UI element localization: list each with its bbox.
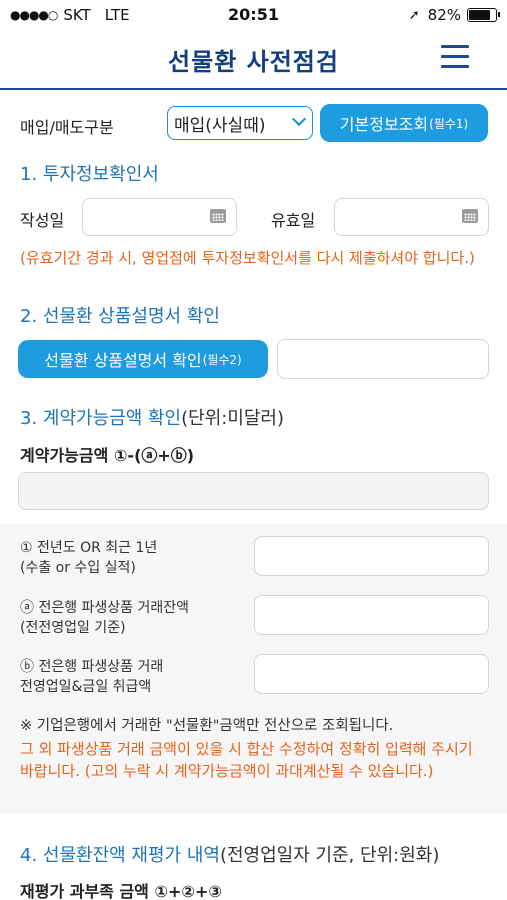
product-manual-confirm-field[interactable] [277, 339, 489, 379]
contract-amount-label: 계약가능금액 ①-(ⓐ+ⓑ) [20, 446, 195, 465]
chevron-down-icon [291, 111, 307, 127]
calendar-icon[interactable] [462, 209, 478, 223]
export-import-result-label: ① 전년도 OR 최근 1년 (수출 or 수입 실적) [20, 538, 157, 578]
derivative-handling-line2: 전영업일&금일 취급액 [20, 679, 152, 695]
valid-date-input[interactable] [334, 198, 489, 236]
status-right: ➚ 82% [408, 6, 500, 24]
product-manual-confirm-button[interactable]: 선물환 상품설명서 확인 (필수2) [18, 340, 268, 378]
write-date-input[interactable] [82, 198, 237, 236]
calendar-icon[interactable] [210, 209, 226, 223]
derivative-handling-label: ⓑ 전은행 파생상품 거래 전영업일&금일 취급액 [20, 657, 163, 697]
derivative-handling-input[interactable] [254, 654, 489, 694]
section3-title-text: 3. 계약가능금액 확인 [20, 408, 182, 429]
battery-percent: 82% [427, 6, 461, 24]
derivative-balance-input[interactable] [254, 595, 489, 635]
input-accuracy-warning: 그 외 파생상품 거래 금액이 있을 시 합산 수정하여 정확히 입력해 주시기… [20, 740, 473, 780]
contract-amount-field [18, 472, 489, 510]
export-import-result-line1: ① 전년도 OR 최근 1년 [20, 540, 158, 556]
section4-title: 4. 선물환잔액 재평가 내역(전영업일자 기준, 단위:원화) [20, 841, 439, 867]
product-manual-confirm-label: 선물환 상품설명서 확인 [44, 351, 202, 370]
export-import-result-line2: (수출 or 수입 실적) [20, 560, 136, 576]
section4-title-text: 4. 선물환잔액 재평가 내역 [20, 845, 220, 866]
section3-title: 3. 계약가능금액 확인(단위:미달러) [20, 404, 284, 430]
buy-sell-selected-value: 매입(사실때) [174, 115, 266, 136]
status-bar: ●●●●○ SKT LTE 20:51 ➚ 82% [0, 0, 507, 30]
buy-sell-label: 매입/매도구분 [20, 118, 114, 137]
app-header: 선물환 사전점검 [0, 30, 507, 90]
validity-warning: (유효기간 경과 시, 영업점에 투자정보확인서를 다시 제출하셔야 합니다.) [20, 249, 475, 267]
derivative-balance-line1: ⓐ 전은행 파생상품 거래잔액 [20, 600, 190, 616]
battery-level-fill [469, 10, 490, 20]
section1-title: 1. 투자정보확인서 [20, 164, 159, 185]
hamburger-menu-icon[interactable] [441, 45, 469, 69]
derivative-balance-label: ⓐ 전은행 파생상품 거래잔액 (전전영업일 기준) [20, 598, 189, 638]
write-date-label: 작성일 [20, 211, 65, 230]
page-title: 선물환 사전점검 [168, 48, 339, 76]
section3-unit: (단위:미달러) [181, 408, 285, 429]
location-arrow-icon: ➚ [408, 7, 420, 23]
revaluation-shortfall-label: 재평가 과부족 금액 ①+②+③ [20, 882, 222, 900]
section2-title: 2. 선물환 상품설명서 확인 [20, 306, 220, 327]
lookup-note: ※ 기업은행에서 거래한 "선물환"금액만 전산으로 조회됩니다. [20, 718, 394, 734]
product-manual-confirm-required: (필수2) [202, 352, 242, 367]
section4-unit: (전영업일자 기준, 단위:원화) [219, 845, 440, 866]
export-import-result-input[interactable] [254, 536, 489, 576]
battery-icon [467, 8, 500, 22]
form-content: 매입/매도구분 매입(사실때) 기본정보조회 (필수1) 1. 투자정보확인서 작… [0, 92, 507, 900]
basic-info-lookup-label: 기본정보조회 [339, 115, 429, 134]
derivative-balance-line2: (전전영업일 기준) [20, 620, 126, 636]
derivative-handling-line1: ⓑ 전은행 파생상품 거래 [20, 659, 164, 675]
basic-info-lookup-required: (필수1) [429, 116, 469, 131]
valid-date-label: 유효일 [271, 211, 316, 230]
basic-info-lookup-button[interactable]: 기본정보조회 (필수1) [320, 104, 488, 142]
buy-sell-select[interactable]: 매입(사실때) [167, 106, 313, 140]
